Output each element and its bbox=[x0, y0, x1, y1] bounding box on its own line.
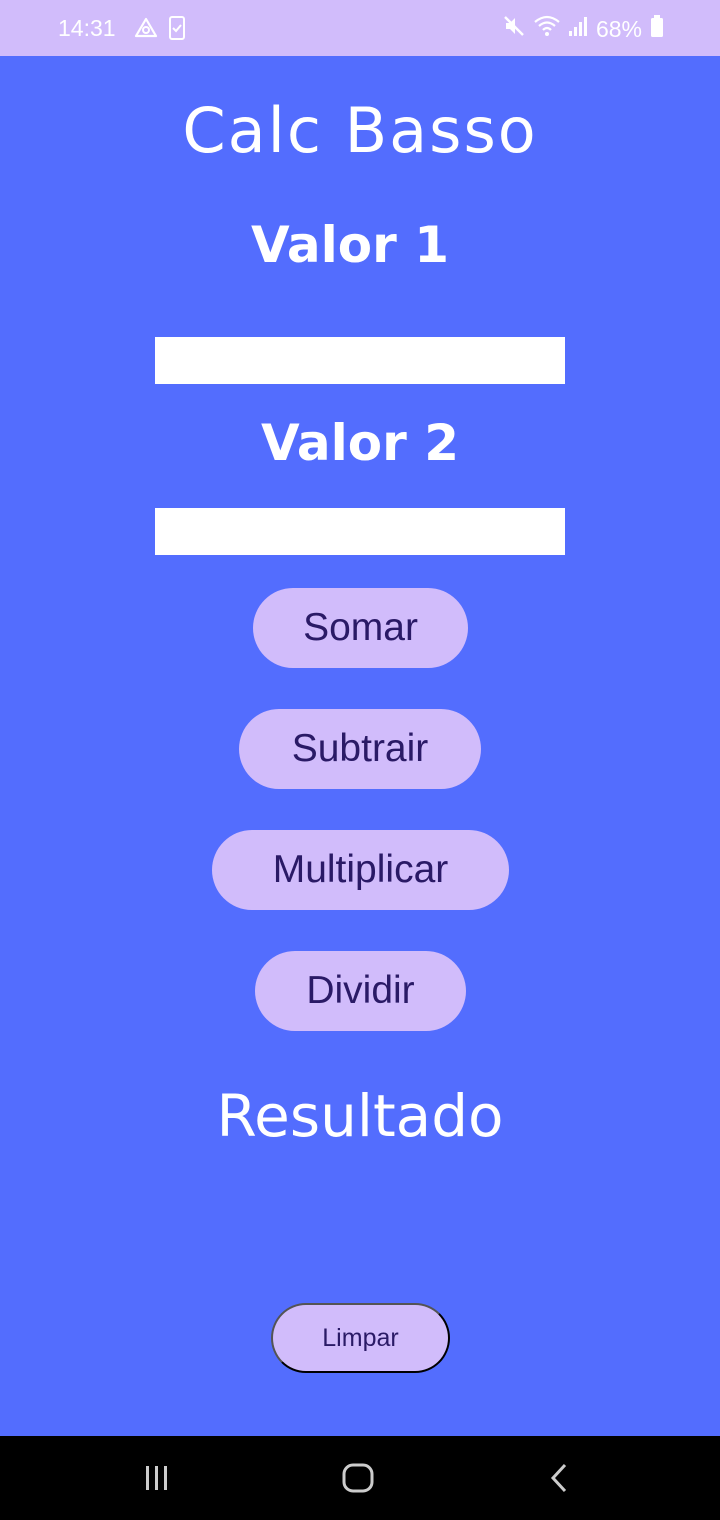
status-right: 68% bbox=[502, 14, 664, 44]
value2-label: Valor 2 bbox=[260, 414, 460, 472]
value2-input[interactable] bbox=[155, 508, 565, 555]
navigation-app-icon bbox=[134, 16, 158, 46]
add-button[interactable]: Somar bbox=[253, 588, 468, 668]
back-icon[interactable] bbox=[540, 1458, 580, 1498]
mute-icon bbox=[502, 14, 526, 44]
value1-input[interactable] bbox=[155, 337, 565, 384]
signal-icon bbox=[568, 15, 588, 43]
battery-percent: 68% bbox=[595, 15, 642, 42]
divide-button[interactable]: Dividir bbox=[255, 951, 466, 1031]
recent-apps-icon[interactable] bbox=[137, 1458, 177, 1498]
multiply-button[interactable]: Multiplicar bbox=[212, 830, 509, 910]
clear-button[interactable]: Limpar bbox=[271, 1303, 450, 1373]
result-text: Resultado bbox=[216, 1082, 504, 1150]
status-time: 14:31 bbox=[58, 15, 116, 41]
home-icon[interactable] bbox=[338, 1458, 378, 1498]
calculator-screen: Calc Basso Valor 1 Valor 2 Somar Subtrai… bbox=[0, 56, 720, 1436]
subtract-button[interactable]: Subtrair bbox=[239, 709, 481, 789]
status-bar: 14:31 68% bbox=[0, 0, 720, 56]
battery-icon bbox=[650, 14, 664, 44]
navigation-bar bbox=[0, 1436, 720, 1520]
phone-check-icon bbox=[168, 16, 186, 46]
value1-label: Valor 1 bbox=[250, 216, 450, 274]
wifi-icon bbox=[534, 15, 560, 43]
app-title: Calc Basso bbox=[182, 94, 538, 167]
